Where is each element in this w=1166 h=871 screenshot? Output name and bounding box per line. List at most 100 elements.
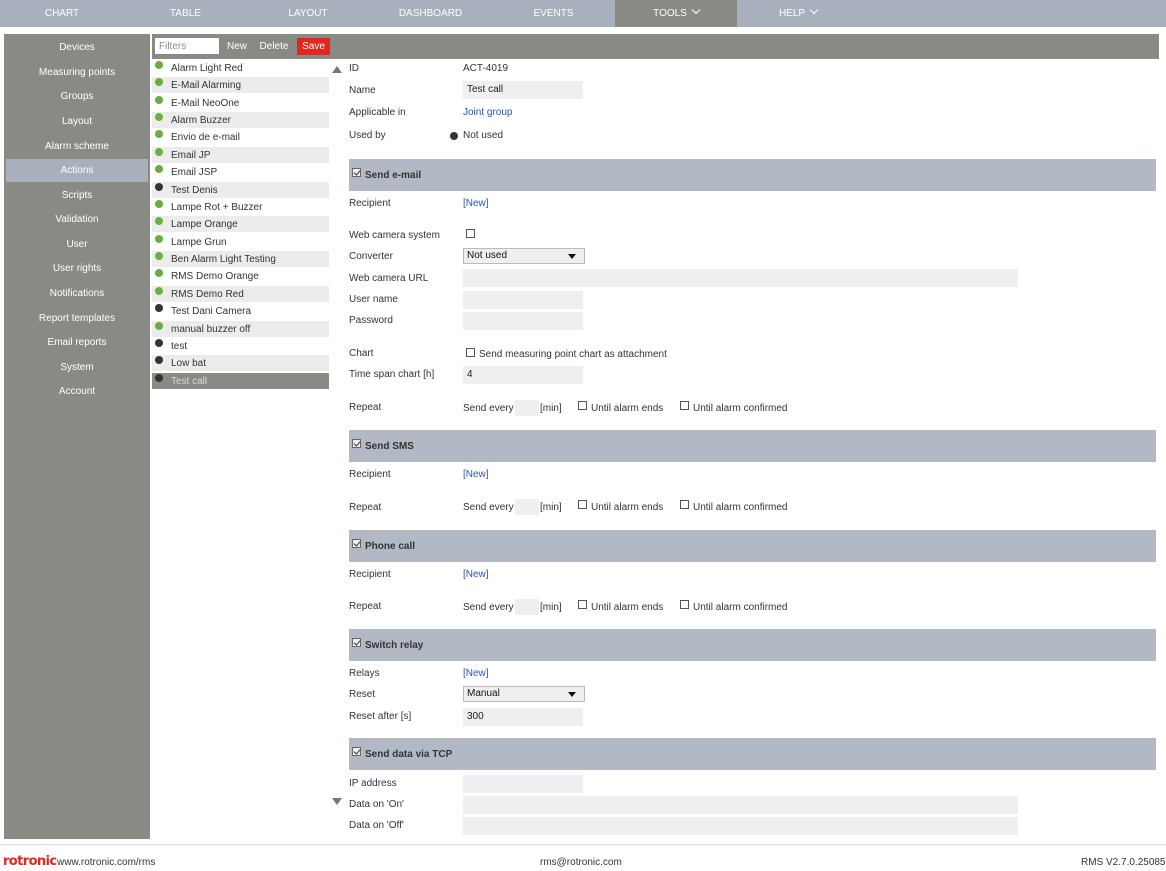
sidebar-item-layout[interactable]: Layout — [6, 110, 148, 133]
send-every-label: Send every — [463, 602, 514, 613]
section-title: Send SMS — [365, 441, 414, 452]
list-item[interactable]: Email JP — [152, 147, 329, 163]
sidebar-item-report-templates[interactable]: Report templates — [6, 307, 148, 330]
sidebar-item-email-reports[interactable]: Email reports — [6, 331, 148, 354]
until-alarm-confirmed-checkbox[interactable] — [680, 401, 689, 410]
list-item[interactable]: Low bat — [152, 355, 329, 371]
webcam-url-input[interactable] — [463, 269, 1018, 287]
list-item[interactable]: test — [152, 338, 329, 354]
list-item[interactable]: Test Dani Camera — [152, 303, 329, 319]
min-label: [min] — [540, 502, 562, 513]
phone-call-checkbox[interactable] — [352, 539, 361, 548]
sidebar-item-account[interactable]: Account — [6, 380, 148, 403]
new-button[interactable]: New — [222, 38, 252, 55]
until-alarm-ends-label: Until alarm ends — [591, 502, 664, 513]
sidebar-item-scripts[interactable]: Scripts — [6, 184, 148, 207]
version-text: RMS V2.7.0.25085 — [1081, 857, 1166, 868]
list-item[interactable]: Envio de e-mail — [152, 129, 329, 145]
list-item-label: Envio de e-mail — [171, 132, 240, 143]
delete-button[interactable]: Delete — [256, 38, 292, 55]
filter-input[interactable] — [155, 38, 219, 54]
tab-help[interactable]: HELP — [737, 0, 859, 27]
chart-attach-checkbox[interactable] — [466, 348, 475, 357]
tab-layout[interactable]: LAYOUT — [247, 0, 369, 27]
sidebar-item-system[interactable]: System — [6, 356, 148, 379]
list-item-label: RMS Demo Orange — [171, 271, 259, 282]
until-alarm-ends-checkbox[interactable] — [578, 600, 587, 609]
sidebar-item-actions[interactable]: Actions — [6, 159, 148, 182]
list-item[interactable]: Ben Alarm Light Testing — [152, 251, 329, 267]
new-recipient-link[interactable]: [New] — [463, 198, 489, 209]
tab-events[interactable]: EVENTS — [492, 0, 615, 27]
send-every-label: Send every — [463, 403, 514, 414]
tab-dashboard[interactable]: DASHBOARD — [369, 0, 492, 27]
list-item[interactable]: Lampe Rot + Buzzer — [152, 199, 329, 215]
list-item-selected[interactable]: Test call — [152, 373, 329, 389]
list-item-label: Email JP — [171, 150, 211, 161]
list-item[interactable]: RMS Demo Red — [152, 286, 329, 302]
id-label: ID — [349, 63, 359, 74]
scroll-up-arrow-icon[interactable] — [332, 66, 342, 73]
tab-table[interactable]: TABLE — [124, 0, 247, 27]
send-sms-checkbox[interactable] — [352, 439, 361, 448]
webcam-checkbox[interactable] — [466, 229, 475, 238]
converter-select[interactable]: Not used — [463, 248, 585, 264]
sidebar-item-measuring-points[interactable]: Measuring points — [6, 61, 148, 84]
send-tcp-checkbox[interactable] — [352, 747, 361, 756]
send-every-input[interactable] — [515, 499, 539, 515]
list-item[interactable]: E-Mail NeoOne — [152, 95, 329, 111]
list-item[interactable]: Email JSP — [152, 164, 329, 180]
list-item[interactable]: Alarm Buzzer — [152, 112, 329, 128]
new-recipient-link[interactable]: [New] — [463, 569, 489, 580]
tab-chart[interactable]: CHART — [0, 0, 124, 27]
ip-input[interactable] — [463, 775, 583, 793]
list-item[interactable]: manual buzzer off — [152, 321, 329, 337]
send-every-input[interactable] — [515, 599, 539, 615]
sidebar-item-user[interactable]: User — [6, 233, 148, 256]
password-input[interactable] — [463, 312, 583, 330]
until-alarm-confirmed-checkbox[interactable] — [680, 600, 689, 609]
new-relay-link[interactable]: [New] — [463, 668, 489, 679]
data-off-input[interactable] — [463, 817, 1018, 835]
username-input[interactable] — [463, 291, 583, 309]
new-recipient-link[interactable]: [New] — [463, 469, 489, 480]
switch-relay-checkbox[interactable] — [352, 638, 361, 647]
chevron-down-icon — [691, 5, 701, 15]
until-alarm-confirmed-checkbox[interactable] — [680, 500, 689, 509]
section-switch-relay: Switch relay — [349, 629, 1156, 661]
status-dot — [155, 252, 163, 260]
applicable-link[interactable]: Joint group — [463, 107, 512, 118]
send-every-label: Send every — [463, 502, 514, 513]
email-link[interactable]: rms@rotronic.com — [540, 857, 622, 868]
until-alarm-ends-checkbox[interactable] — [578, 500, 587, 509]
reset-select[interactable]: Manual — [463, 686, 585, 702]
sidebar-item-alarm-scheme[interactable]: Alarm scheme — [6, 135, 148, 158]
sidebar-item-notifications[interactable]: Notifications — [6, 282, 148, 305]
tab-tools[interactable]: TOOLS — [615, 0, 737, 27]
name-input[interactable]: Test call — [463, 81, 583, 99]
status-dot — [155, 96, 163, 104]
list-item[interactable]: E-Mail Alarming — [152, 77, 329, 93]
save-button[interactable]: Save — [297, 38, 330, 55]
reset-after-input[interactable]: 300 — [463, 708, 583, 726]
sidebar-item-user-rights[interactable]: User rights — [6, 257, 148, 280]
list-item[interactable]: Lampe Orange — [152, 216, 329, 232]
website-link[interactable]: www.rotronic.com/rms — [57, 857, 155, 868]
list-item[interactable]: Test Denis — [152, 182, 329, 198]
list-item[interactable]: Alarm Light Red — [152, 60, 329, 76]
sidebar-item-validation[interactable]: Validation — [6, 208, 148, 231]
list-item-label: Low bat — [171, 358, 207, 369]
list-item[interactable]: RMS Demo Orange — [152, 268, 329, 284]
list-item-label: RMS Demo Red — [171, 289, 244, 300]
sidebar-item-groups[interactable]: Groups — [6, 85, 148, 108]
until-alarm-ends-checkbox[interactable] — [578, 401, 587, 410]
dropdown-arrow-icon — [568, 692, 576, 697]
data-on-input[interactable] — [463, 796, 1018, 814]
list-item[interactable]: Lampe Grun — [152, 234, 329, 250]
scroll-down-arrow-icon[interactable] — [332, 798, 342, 805]
timespan-input[interactable]: 4 — [463, 366, 583, 384]
send-every-input[interactable] — [515, 400, 539, 416]
sidebar-item-devices[interactable]: Devices — [6, 36, 148, 59]
send-email-checkbox[interactable] — [352, 168, 361, 177]
used-by-value: Not used — [463, 130, 504, 141]
